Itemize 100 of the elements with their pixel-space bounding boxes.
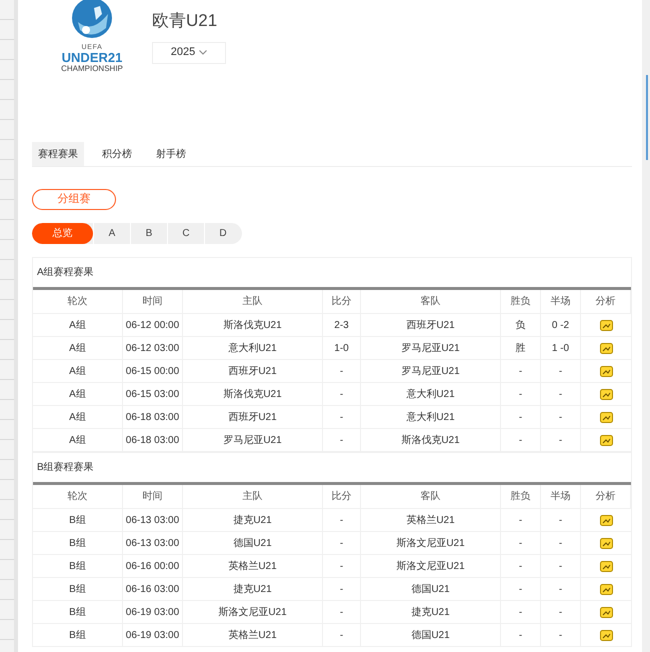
table-cell: 英格兰U21 — [361, 509, 501, 531]
table-cell: 胜 — [501, 337, 541, 359]
table-cell: 斯洛文尼亚U21 — [361, 532, 501, 554]
table-cell: - — [323, 624, 361, 646]
table-cell: 06-12 00:00 — [123, 314, 183, 336]
group-filter[interactable]: D — [204, 223, 241, 244]
table-cell: 德国U21 — [361, 578, 501, 600]
chevron-down-icon — [199, 50, 208, 55]
table-cell: 斯洛伐克U21 — [183, 383, 323, 405]
table-cell: 06-18 03:00 — [123, 429, 183, 451]
table-cell: A组 — [33, 406, 123, 428]
tab[interactable]: 积分榜 — [96, 142, 138, 166]
chart-icon[interactable] — [600, 412, 612, 422]
table-cell: 斯洛伐克U21 — [361, 429, 501, 451]
table-cell: - — [323, 509, 361, 531]
table-cell: 斯洛文尼亚U21 — [361, 555, 501, 577]
column-header: 胜负 — [501, 485, 541, 508]
table-cell: 06-16 03:00 — [123, 578, 183, 600]
table-cell: B组 — [33, 578, 123, 600]
column-header: 主队 — [183, 290, 323, 313]
table-cell: 罗马尼亚U21 — [361, 337, 501, 359]
table-cell: - — [541, 532, 581, 554]
column-header: 客队 — [361, 485, 501, 508]
table-cell: - — [541, 601, 581, 623]
table-cell: - — [323, 406, 361, 428]
table-cell: - — [541, 509, 581, 531]
column-header: 时间 — [123, 485, 183, 508]
table-cell: - — [541, 360, 581, 382]
table-cell: - — [323, 360, 361, 382]
table-cell: - — [501, 624, 541, 646]
table-cell: A组 — [33, 314, 123, 336]
table-cell: 捷克U21 — [183, 509, 323, 531]
chart-icon[interactable] — [600, 560, 612, 572]
column-header: 分析 — [581, 485, 631, 508]
chart-icon[interactable] — [600, 434, 612, 446]
table-cell: 斯洛伐克U21 — [183, 314, 323, 336]
column-header: 半场 — [541, 485, 581, 508]
table-cell: - — [501, 509, 541, 531]
table-cell: - — [501, 555, 541, 577]
column-header: 时间 — [123, 290, 183, 313]
table-cell: 捷克U21 — [183, 578, 323, 600]
table-cell: 1 -0 — [541, 337, 581, 359]
table-cell: 06-12 03:00 — [123, 337, 183, 359]
chart-icon[interactable] — [600, 388, 612, 400]
table-cell: 英格兰U21 — [183, 624, 323, 646]
column-header: 分析 — [581, 290, 631, 313]
table-cell: - — [323, 383, 361, 405]
season-dropdown[interactable]: 2025 — [152, 42, 226, 64]
table-cell: 罗马尼亚U21 — [361, 360, 501, 382]
table-cell: - — [541, 624, 581, 646]
logo-text: CHAMPIONSHIP — [61, 64, 123, 74]
column-header: 轮次 — [33, 485, 123, 508]
column-header: 客队 — [361, 290, 501, 313]
table-cell: B组 — [33, 624, 123, 646]
table-cell: 德国U21 — [361, 624, 501, 646]
chart-icon[interactable] — [600, 538, 612, 548]
table-cell: 意大利U21 — [361, 406, 501, 428]
section-title: B组赛程赛果 — [37, 460, 94, 475]
table-cell: - — [323, 601, 361, 623]
column-header: 胜负 — [501, 290, 541, 313]
table-cell: A组 — [33, 337, 123, 359]
tab[interactable]: 射手榜 — [150, 142, 192, 166]
table-cell: 2-3 — [323, 314, 361, 336]
table-cell: - — [541, 383, 581, 405]
tab[interactable]: 赛程赛果 — [32, 142, 84, 166]
table-cell: B组 — [33, 601, 123, 623]
table-cell: - — [323, 555, 361, 577]
league-title: 欧青U21 — [152, 10, 218, 32]
chart-icon[interactable] — [600, 606, 612, 618]
section-title: A组赛程赛果 — [37, 266, 94, 280]
table-cell: A组 — [33, 429, 123, 451]
chart-icon[interactable] — [600, 514, 612, 526]
chart-icon[interactable] — [600, 320, 612, 330]
table-cell: 06-19 03:00 — [123, 601, 183, 623]
group-filter[interactable]: C — [167, 223, 204, 244]
table-cell: - — [501, 360, 541, 382]
chart-icon[interactable] — [600, 630, 612, 640]
table-cell: 西班牙U21 — [183, 406, 323, 428]
table-cell: - — [501, 383, 541, 405]
group-filter[interactable]: A — [93, 223, 130, 244]
table-cell: - — [501, 532, 541, 554]
logo-text: UNDER21 — [62, 51, 122, 64]
column-header: 比分 — [323, 485, 361, 508]
table-cell: 捷克U21 — [361, 601, 501, 623]
chart-icon[interactable] — [600, 584, 612, 594]
table-cell: 英格兰U21 — [183, 555, 323, 577]
table-cell: - — [501, 601, 541, 623]
chart-icon[interactable] — [600, 342, 612, 354]
table-cell: 06-15 00:00 — [123, 360, 183, 382]
table-cell: - — [501, 429, 541, 451]
table-cell: - — [323, 578, 361, 600]
table-cell: 06-16 00:00 — [123, 555, 183, 577]
table-cell: 意大利U21 — [361, 383, 501, 405]
table-cell: 西班牙U21 — [183, 360, 323, 382]
column-header: 半场 — [541, 290, 581, 313]
column-header: 主队 — [183, 485, 323, 508]
table-cell: 06-18 03:00 — [123, 406, 183, 428]
chart-icon[interactable] — [600, 366, 612, 376]
column-header: 轮次 — [33, 290, 123, 313]
group-filter[interactable]: B — [130, 223, 167, 244]
